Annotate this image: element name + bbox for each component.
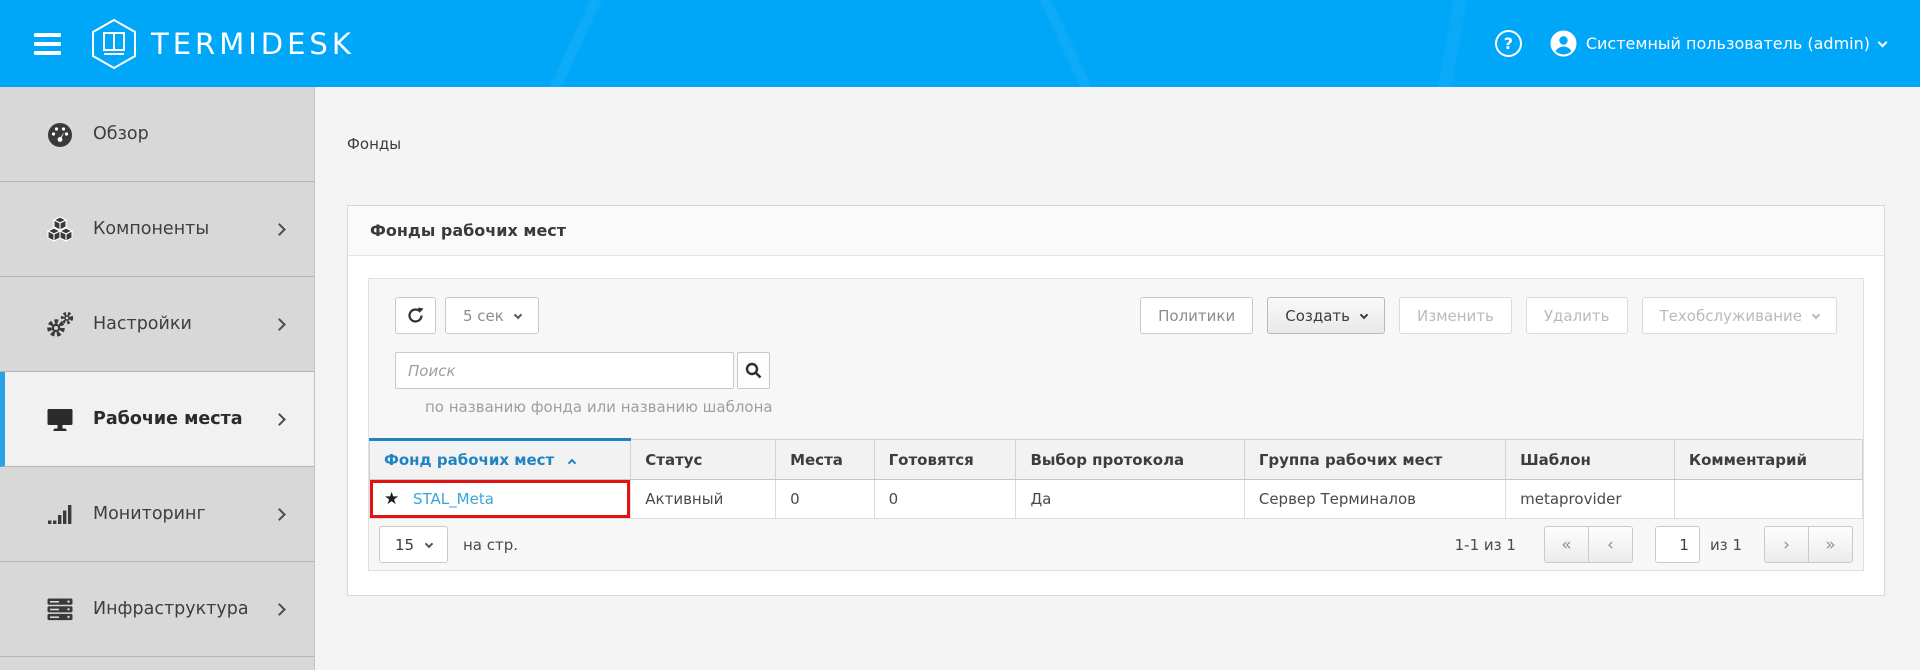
per-page-label: на стр. bbox=[463, 536, 518, 554]
sidebar-item-components[interactable]: Компоненты bbox=[0, 182, 314, 277]
table-row: ★ STAL_Meta Активный 0 0 Да Сервер Терми… bbox=[370, 480, 1863, 519]
user-name: Системный пользователь (admin) bbox=[1586, 34, 1870, 53]
user-avatar-icon bbox=[1550, 30, 1577, 57]
sidebar-item-label: Настройки bbox=[93, 314, 275, 334]
column-header-fund[interactable]: Фонд рабочих мест bbox=[370, 440, 631, 480]
search-icon bbox=[745, 362, 762, 379]
sidebar-item-overview[interactable]: Обзор bbox=[0, 87, 314, 182]
column-header-preparing[interactable]: Готовятся bbox=[874, 440, 1016, 480]
breadcrumb[interactable]: Фонды bbox=[347, 135, 401, 153]
sidebar-item-label: Обзор bbox=[93, 124, 284, 144]
status-cell: Активный bbox=[631, 480, 776, 519]
prev-page-button[interactable]: ‹ bbox=[1588, 526, 1633, 563]
logo-text: TERMIDESK bbox=[151, 27, 355, 61]
prev-page-icon: ‹ bbox=[1607, 535, 1614, 555]
top-header: TERMIDESK ? Системный пользователь (admi… bbox=[0, 0, 1920, 87]
app-logo: TERMIDESK bbox=[91, 18, 355, 70]
fund-link[interactable]: STAL_Meta bbox=[413, 490, 494, 508]
sidebar-item-label: Компоненты bbox=[93, 219, 275, 239]
chart-bars-icon bbox=[45, 499, 75, 529]
sidebar-item-label: Инфраструктура bbox=[93, 599, 275, 619]
preparing-cell: 0 bbox=[874, 480, 1016, 519]
comment-cell bbox=[1674, 480, 1862, 519]
sidebar-item-label: Рабочие места bbox=[93, 409, 275, 429]
refresh-interval-select[interactable]: 5 сек bbox=[445, 297, 539, 334]
seats-cell: 0 bbox=[776, 480, 875, 519]
chevron-right-icon bbox=[273, 603, 286, 616]
sidebar: Обзор Компоненты Настройки bbox=[0, 87, 315, 670]
column-header-protocol[interactable]: Выбор протокола bbox=[1016, 440, 1244, 480]
search-hint: по названию фонда или названию шаблона bbox=[369, 389, 1863, 438]
next-page-icon: › bbox=[1783, 535, 1790, 555]
card-title: Фонды рабочих мест bbox=[348, 206, 1884, 256]
range-label: 1-1 из 1 bbox=[1455, 536, 1516, 554]
sidebar-item-monitoring[interactable]: Мониторинг bbox=[0, 467, 314, 562]
column-header-comment[interactable]: Комментарий bbox=[1674, 440, 1862, 480]
column-header-template[interactable]: Шаблон bbox=[1506, 440, 1675, 480]
chevron-down-icon bbox=[425, 539, 433, 547]
dashboard-icon bbox=[45, 119, 75, 149]
page-size-select[interactable]: 15 bbox=[379, 526, 448, 563]
page-number-input[interactable] bbox=[1655, 526, 1700, 563]
template-cell: metaprovider bbox=[1506, 480, 1675, 519]
column-header-status[interactable]: Статус bbox=[631, 440, 776, 480]
sidebar-item-settings[interactable]: Настройки bbox=[0, 277, 314, 372]
hamburger-menu-icon[interactable] bbox=[34, 33, 61, 55]
maintenance-button[interactable]: Техобслуживание bbox=[1642, 297, 1838, 334]
next-page-button[interactable]: › bbox=[1764, 526, 1809, 563]
servers-icon bbox=[45, 594, 75, 624]
chevron-right-icon bbox=[273, 223, 286, 236]
cubes-icon bbox=[45, 214, 75, 244]
chevron-down-icon bbox=[1360, 310, 1368, 318]
user-menu[interactable]: Системный пользователь (admin) bbox=[1550, 30, 1886, 57]
termidesk-hexagon-logo-icon bbox=[91, 18, 137, 70]
sort-asc-icon bbox=[568, 459, 576, 467]
star-icon: ★ bbox=[384, 489, 399, 509]
chevron-down-icon bbox=[1878, 37, 1888, 47]
search-button[interactable] bbox=[737, 352, 770, 389]
gears-icon bbox=[45, 309, 75, 339]
fund-name-cell[interactable]: ★ STAL_Meta bbox=[370, 480, 631, 519]
sidebar-item-label: Мониторинг bbox=[93, 504, 275, 524]
toolbar: 5 сек Политики Создать Изменить Удалить bbox=[369, 279, 1863, 346]
last-page-button[interactable]: » bbox=[1808, 526, 1853, 563]
funds-card: Фонды рабочих мест 5 сек bbox=[347, 205, 1885, 596]
edit-button[interactable]: Изменить bbox=[1399, 297, 1512, 334]
delete-button[interactable]: Удалить bbox=[1526, 297, 1628, 334]
monitor-icon bbox=[45, 404, 75, 434]
protocol-cell: Да bbox=[1016, 480, 1244, 519]
help-icon[interactable]: ? bbox=[1495, 30, 1522, 57]
sidebar-item-infrastructure[interactable]: Инфраструктура bbox=[0, 562, 314, 657]
chevron-right-icon bbox=[273, 413, 286, 426]
sidebar-item-workplaces[interactable]: Рабочие места bbox=[0, 372, 314, 467]
pagination: 15 на стр. 1-1 из 1 « ‹ из 1 bbox=[369, 519, 1863, 570]
chevron-right-icon bbox=[273, 318, 286, 331]
main-content: Фонды Фонды рабочих мест 5 сек bbox=[315, 87, 1920, 670]
table-header-row: Фонд рабочих мест Статус Места Готовятся… bbox=[370, 440, 1863, 480]
column-header-group[interactable]: Группа рабочих мест bbox=[1244, 440, 1505, 480]
column-header-seats[interactable]: Места bbox=[776, 440, 875, 480]
create-button[interactable]: Создать bbox=[1267, 297, 1385, 334]
refresh-icon bbox=[407, 307, 424, 324]
chevron-down-icon bbox=[514, 310, 522, 318]
last-page-icon: » bbox=[1825, 535, 1835, 555]
policies-button[interactable]: Политики bbox=[1140, 297, 1253, 334]
chevron-right-icon bbox=[273, 508, 286, 521]
first-page-icon: « bbox=[1561, 535, 1571, 555]
group-cell: Сервер Терминалов bbox=[1244, 480, 1505, 519]
chevron-down-icon bbox=[1812, 310, 1820, 318]
page-of-label: из 1 bbox=[1710, 536, 1742, 554]
funds-table: Фонд рабочих мест Статус Места Готовятся… bbox=[369, 438, 1863, 519]
search-input[interactable] bbox=[395, 352, 734, 389]
refresh-button[interactable] bbox=[395, 297, 436, 334]
funds-panel: 5 сек Политики Создать Изменить Удалить bbox=[368, 278, 1864, 571]
first-page-button[interactable]: « bbox=[1544, 526, 1589, 563]
